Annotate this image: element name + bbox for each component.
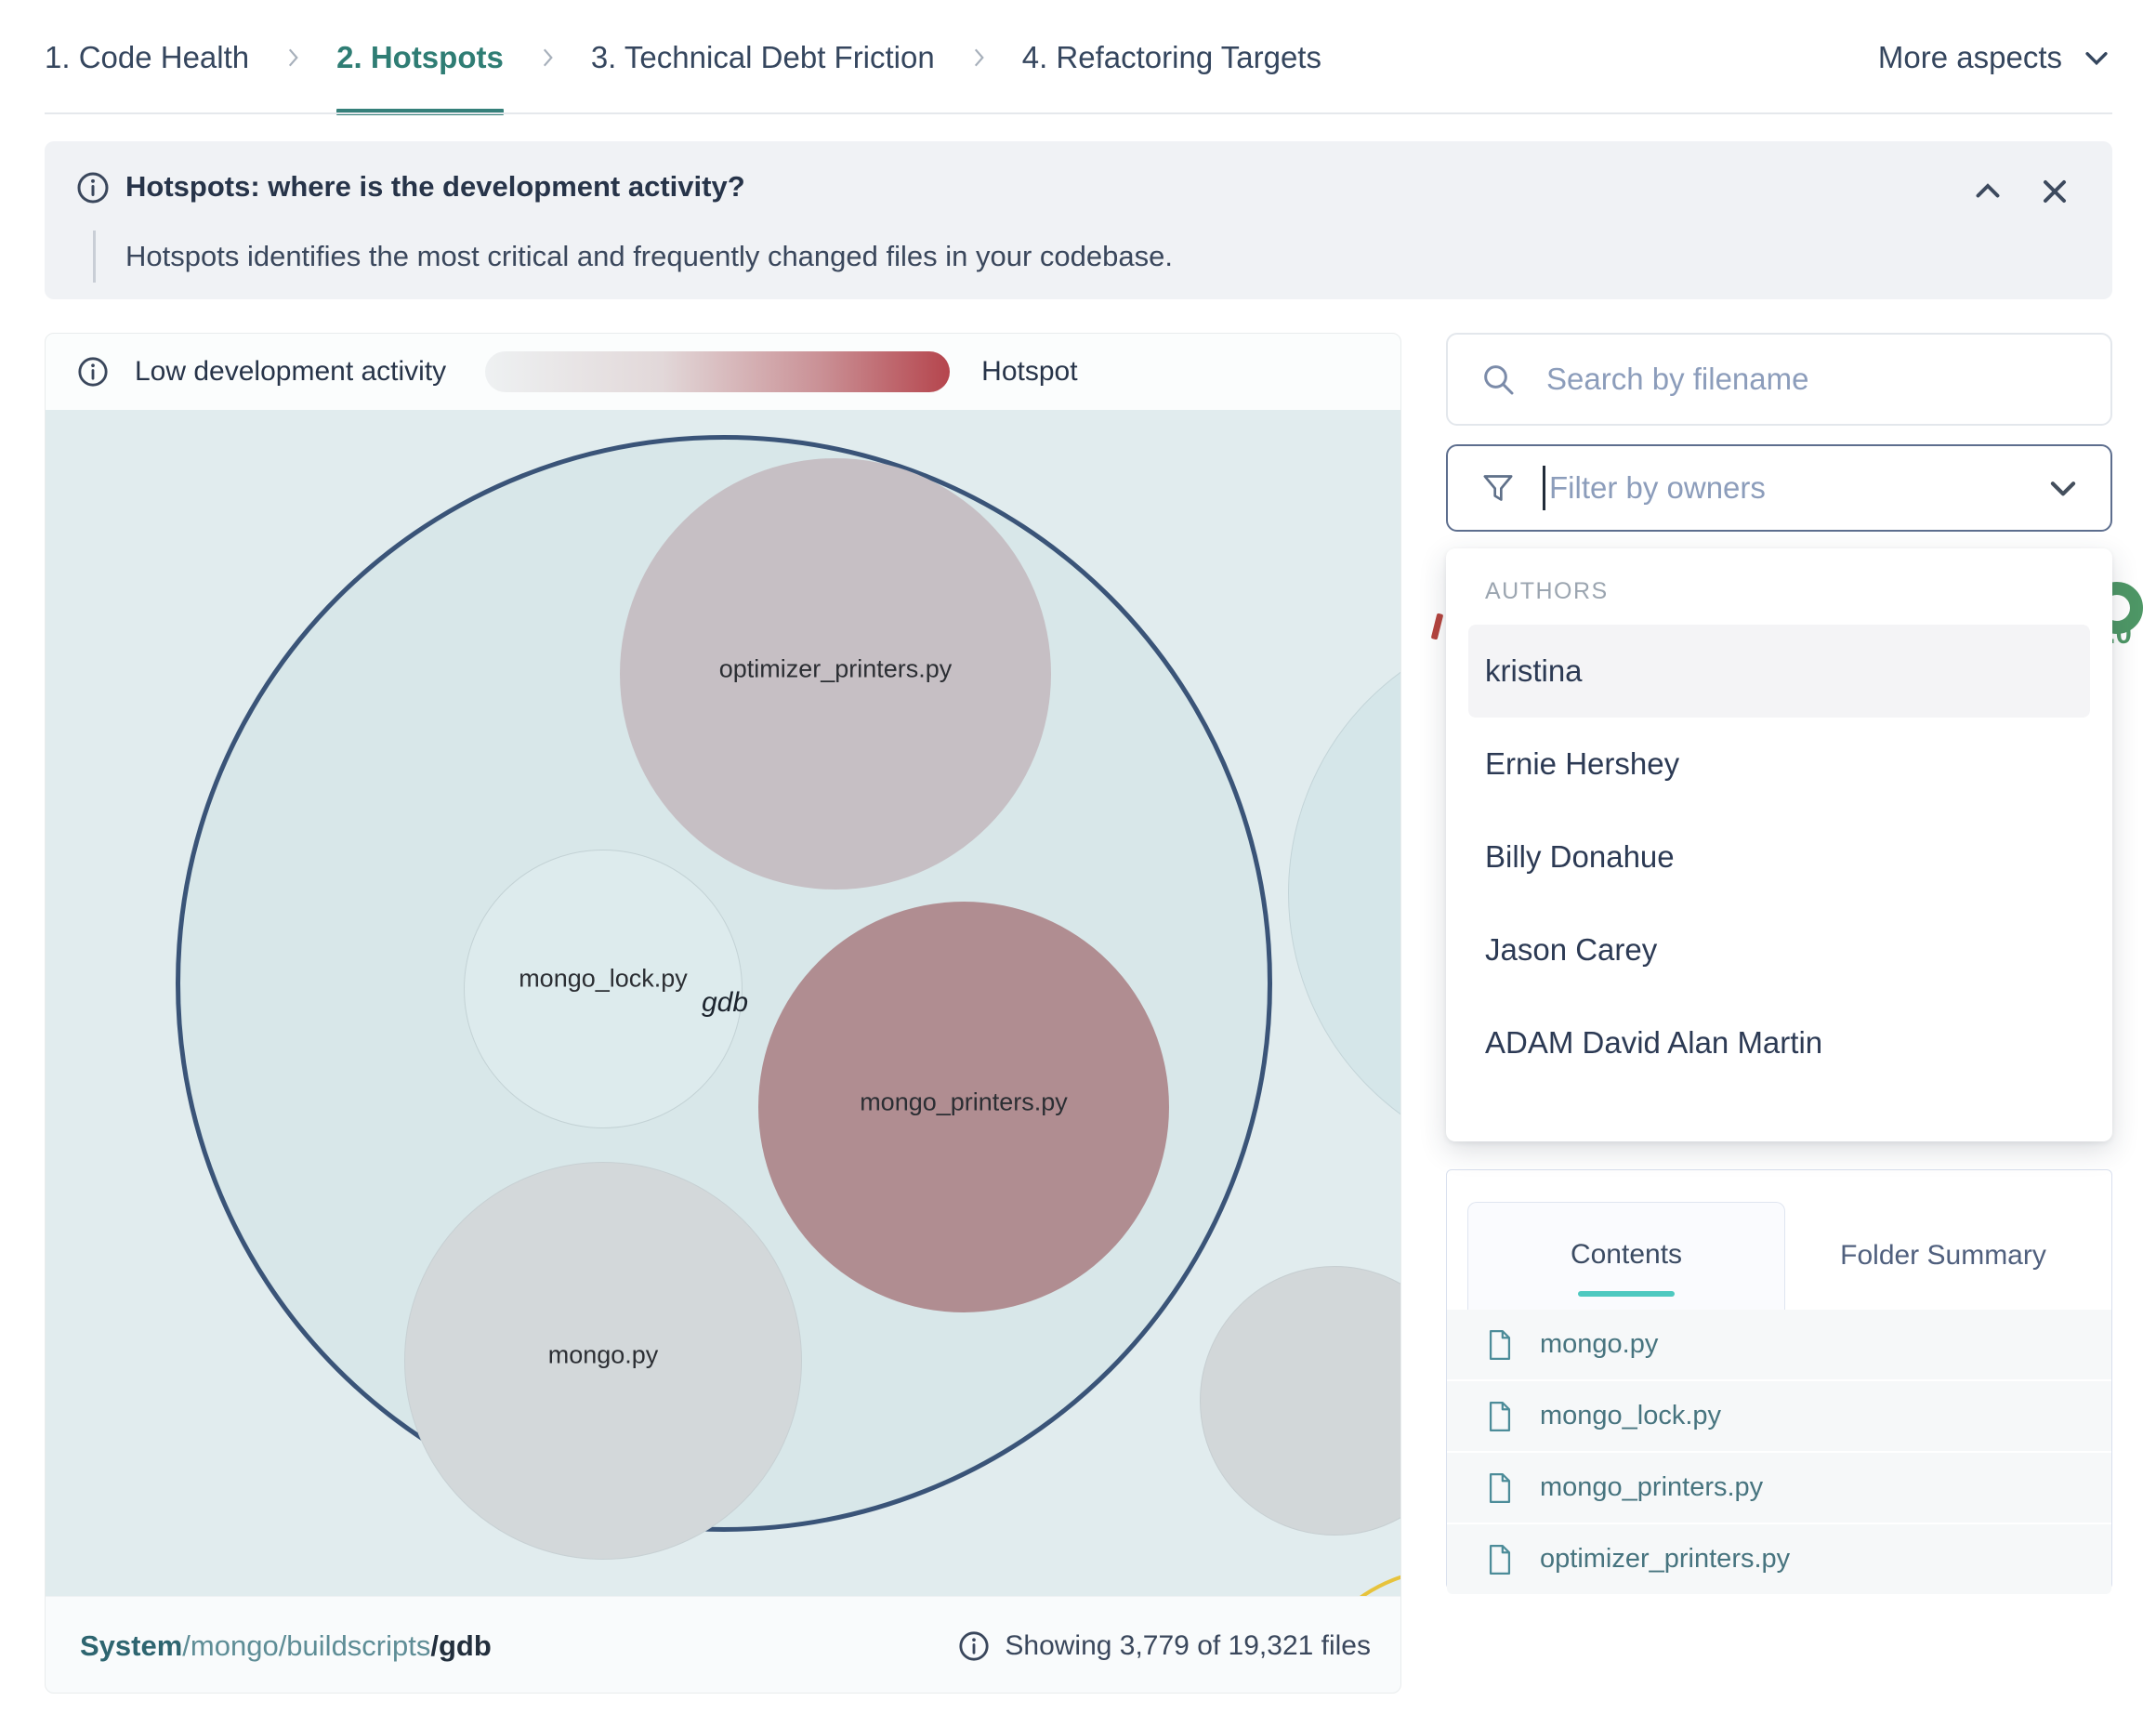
chevron-down-icon[interactable] bbox=[2045, 470, 2081, 506]
file-icon bbox=[1486, 1401, 1514, 1432]
bubble-label-mongo-lock: mongo_lock.py bbox=[519, 965, 688, 994]
nav-item-tech-debt-friction[interactable]: 3. Technical Debt Friction bbox=[591, 0, 935, 115]
tab-contents[interactable]: Contents bbox=[1467, 1202, 1785, 1310]
page: 1. Code Health 2. Hotspots 3. Technical … bbox=[0, 0, 2156, 1727]
author-option-billy-donahue[interactable]: Billy Donahue bbox=[1468, 811, 2090, 903]
chevron-right-icon bbox=[535, 43, 559, 73]
bubble-label-optimizer-printers: optimizer_printers.py bbox=[719, 655, 953, 684]
owner-filter bbox=[1446, 444, 2112, 532]
filter-owners-input[interactable] bbox=[1547, 469, 1960, 507]
chevron-right-icon bbox=[281, 43, 305, 73]
bubble-label-mongo-printers: mongo_printers.py bbox=[860, 1088, 1068, 1117]
adjacent-file-circle[interactable] bbox=[1200, 1266, 1401, 1536]
author-option-jason-carey[interactable]: Jason Carey bbox=[1468, 903, 2090, 996]
search-input[interactable] bbox=[1545, 361, 2031, 398]
chevron-down-icon bbox=[2081, 42, 2112, 73]
file-icon bbox=[1486, 1544, 1514, 1575]
filter-funnel-icon bbox=[1479, 469, 1517, 507]
file-row-optimizer-printers[interactable]: optimizer_printers.py bbox=[1447, 1524, 2111, 1594]
banner-title: Hotspots: where is the development activ… bbox=[125, 162, 745, 212]
close-banner-button[interactable] bbox=[2036, 173, 2073, 210]
legend-low-label: Low development activity bbox=[135, 356, 446, 388]
more-aspects-button[interactable]: More aspects bbox=[1878, 40, 2112, 75]
author-option-kristina[interactable]: kristina bbox=[1468, 625, 2090, 718]
activity-gradient bbox=[485, 351, 950, 392]
active-tab-underline bbox=[1578, 1291, 1675, 1297]
chevron-right-icon bbox=[966, 43, 991, 73]
banner-divider bbox=[93, 231, 96, 283]
hotspot-score-fragment bbox=[1431, 613, 1444, 640]
breadcrumb: System/mongo/buildscripts/gdb bbox=[80, 1629, 492, 1663]
info-icon bbox=[958, 1630, 990, 1662]
activity-legend: Low development activity Hotspot bbox=[46, 334, 1400, 410]
file-row-mongo-printers[interactable]: mongo_printers.py bbox=[1447, 1453, 2111, 1524]
nav-divider bbox=[45, 112, 2112, 114]
legend-hotspot-label: Hotspot bbox=[981, 356, 1077, 388]
search-icon bbox=[1479, 361, 1517, 398]
files-shown-status: Showing 3,779 of 19,321 files bbox=[1005, 1630, 1371, 1662]
filename-search bbox=[1446, 333, 2112, 426]
file-list: mongo.py mongo_lock.py mongo_printers.py… bbox=[1447, 1310, 2111, 1589]
folder-contents-card: Contents Folder Summary mongo.py mongo_l… bbox=[1446, 1169, 2112, 1589]
author-option-ernie-hershey[interactable]: Ernie Hershey bbox=[1468, 718, 2090, 811]
owners-dropdown: AUTHORS kristina Ernie Hershey Billy Don… bbox=[1446, 548, 2112, 1141]
file-icon bbox=[1486, 1329, 1514, 1361]
adjacent-folder-circle[interactable] bbox=[1288, 619, 1401, 1167]
collapse-banner-button[interactable] bbox=[1971, 175, 2005, 208]
text-caret bbox=[1543, 466, 1545, 510]
nav-item-hotspots[interactable]: 2. Hotspots bbox=[336, 0, 504, 115]
tab-folder-summary[interactable]: Folder Summary bbox=[1804, 1202, 2083, 1310]
file-row-mongo-lock[interactable]: mongo_lock.py bbox=[1447, 1381, 2111, 1453]
bubble-label-mongo: mongo.py bbox=[548, 1341, 659, 1370]
nav-item-refactoring-targets[interactable]: 4. Refactoring Targets bbox=[1022, 0, 1321, 115]
path-root[interactable]: System bbox=[80, 1629, 182, 1662]
folder-label-gdb: gdb bbox=[702, 987, 748, 1019]
hotspot-map-panel: optimizer_printers.py mongo_lock.py gdb … bbox=[45, 333, 1401, 1694]
nav-item-code-health[interactable]: 1. Code Health bbox=[45, 0, 249, 115]
file-row-mongo[interactable]: mongo.py bbox=[1447, 1310, 2111, 1381]
file-icon bbox=[1486, 1472, 1514, 1504]
hotspots-info-banner: Hotspots: where is the development activ… bbox=[45, 141, 2112, 299]
chart-footer: System/mongo/buildscripts/gdb Showing 3,… bbox=[46, 1596, 1400, 1694]
path-mid[interactable]: /mongo/buildscripts bbox=[182, 1629, 430, 1662]
banner-description: Hotspots identifies the most critical an… bbox=[125, 231, 1173, 283]
authors-group-label: AUTHORS bbox=[1485, 578, 1609, 605]
info-icon bbox=[76, 171, 110, 204]
aspect-nav: 1. Code Health 2. Hotspots 3. Technical … bbox=[45, 0, 2112, 115]
info-icon[interactable] bbox=[77, 356, 109, 388]
path-leaf: /gdb bbox=[430, 1629, 491, 1662]
author-option-adam-david-alan-martin[interactable]: ADAM David Alan Martin bbox=[1468, 996, 2090, 1089]
